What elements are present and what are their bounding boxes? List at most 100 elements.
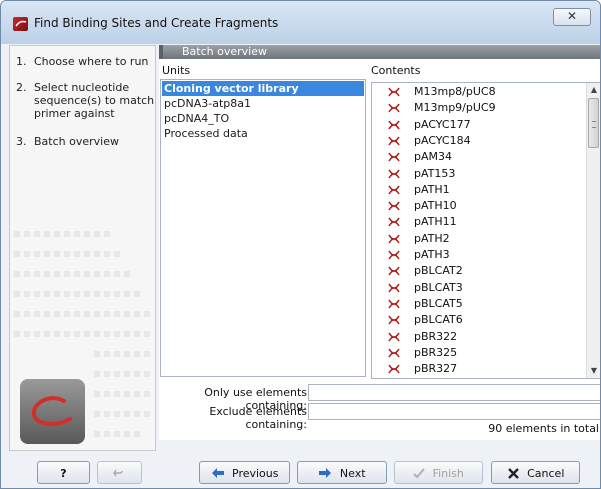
- sequence-icon: [388, 348, 400, 358]
- button-bar: ? Previous Next Finish Cancel: [1, 451, 600, 488]
- help-label: ?: [60, 466, 67, 480]
- content-item[interactable]: pBR325: [372, 345, 586, 361]
- sequence-icon: [388, 299, 400, 309]
- content-item-name: pBR322: [414, 329, 458, 343]
- sequence-icon: [388, 201, 400, 211]
- sequence-icon: [388, 103, 400, 113]
- content-item[interactable]: pATH1: [372, 182, 586, 198]
- content-item-name: M13mp9/pUC9: [414, 101, 496, 115]
- cancel-button[interactable]: Cancel: [491, 461, 580, 484]
- batch-overview-panel: Batch overview Units Contents Cloning ve…: [159, 45, 600, 440]
- close-icon: ✕: [566, 9, 578, 23]
- checkmark-icon: [413, 468, 425, 479]
- scroll-down-arrow-icon[interactable]: ▼: [587, 364, 600, 378]
- sequence-icon: [388, 152, 400, 162]
- content-item[interactable]: pACYC184: [372, 133, 586, 149]
- contents-scrollbar[interactable]: ▲ ▼: [586, 83, 600, 378]
- app-icon: [13, 17, 28, 31]
- sequence-icon: [388, 87, 400, 97]
- content-item[interactable]: pAM34: [372, 149, 586, 165]
- step-label: Select nucleotide sequence(s) to match p…: [34, 81, 155, 120]
- previous-label: Previous: [232, 466, 279, 480]
- arrow-right-icon: [319, 468, 332, 478]
- content-item-name: M13mp8/pUC8: [414, 85, 496, 98]
- step-number: 3.: [16, 135, 27, 148]
- sequence-icon: [388, 136, 400, 146]
- title-bar[interactable]: Find Binding Sites and Create Fragments …: [1, 1, 600, 44]
- sequence-icon: [388, 283, 400, 293]
- content-item[interactable]: pACYC177: [372, 117, 586, 133]
- unit-item-pcdna4-to[interactable]: pcDNA4_TO: [162, 111, 364, 126]
- content-item-name: pAM34: [414, 150, 452, 164]
- scroll-thumb[interactable]: [588, 98, 599, 148]
- unit-item-cloning-vector-library[interactable]: Cloning vector library: [162, 81, 364, 96]
- content-item-name: pATH11: [414, 215, 457, 229]
- content-item-name: pAT153: [414, 166, 456, 180]
- exclude-label: Exclude elements containing:: [209, 405, 307, 431]
- cancel-x-icon: [507, 467, 519, 479]
- content-item[interactable]: pATH11: [372, 214, 586, 230]
- content-item-name: pACYC177: [414, 117, 471, 131]
- sequence-icon: [388, 364, 400, 374]
- content-item[interactable]: pATH2: [372, 231, 586, 247]
- step-number: 1.: [16, 55, 27, 68]
- wizard-steps-panel: 1. Choose where to run 2. Select nucleot…: [9, 45, 156, 451]
- content-item-name: pATH1: [414, 182, 450, 196]
- content-item-name: pATH2: [414, 231, 450, 245]
- content-item[interactable]: pBLCAT3: [372, 280, 586, 296]
- section-title: Batch overview: [182, 45, 267, 58]
- content-item[interactable]: pBLCAT2: [372, 263, 586, 279]
- content-item-name: pACYC184: [414, 133, 471, 147]
- content-item-name: pBLCAT5: [414, 296, 463, 310]
- finish-label: Finish: [432, 466, 464, 480]
- step-label: Choose where to run: [34, 55, 149, 68]
- sequence-icon: [388, 332, 400, 341]
- sequence-icon: [388, 185, 400, 195]
- content-item[interactable]: pBR327: [372, 361, 586, 377]
- element-count: 90 elements in total: [488, 422, 599, 435]
- unit-item-pcdna3-atp8a1[interactable]: pcDNA3-atp8a1: [162, 96, 364, 111]
- content-item[interactable]: pATH10: [372, 198, 586, 214]
- help-button[interactable]: ?: [37, 461, 90, 484]
- window-title: Find Binding Sites and Create Fragments: [34, 16, 279, 30]
- contents-label: Contents: [371, 64, 421, 77]
- content-item-name: pBLCAT2: [414, 264, 463, 278]
- finish-button[interactable]: Finish: [394, 461, 483, 484]
- arrow-left-icon: [211, 468, 224, 478]
- content-item-name: pBLCAT6: [414, 313, 463, 327]
- content-item[interactable]: pATH3: [372, 247, 586, 263]
- sequence-icon: [388, 169, 400, 178]
- sequence-icon: [388, 120, 400, 130]
- content-item[interactable]: pAT153: [372, 166, 586, 182]
- content-item-name: pBR325: [414, 345, 458, 359]
- previous-button[interactable]: Previous: [199, 461, 290, 484]
- next-button[interactable]: Next: [297, 461, 387, 484]
- dialog-window: Find Binding Sites and Create Fragments …: [0, 0, 601, 489]
- content-item-name: pATH10: [414, 199, 457, 213]
- content-item-name: pBLCAT3: [414, 280, 463, 294]
- content-item[interactable]: M13mp8/pUC8: [372, 84, 586, 100]
- cancel-label: Cancel: [527, 466, 565, 480]
- step-number: 2.: [16, 81, 27, 94]
- next-label: Next: [339, 466, 366, 480]
- sequence-icon: [388, 234, 400, 244]
- units-list[interactable]: Cloning vector library pcDNA3-atp8a1 pcD…: [160, 79, 366, 377]
- clc-logo: [20, 379, 85, 444]
- reset-icon: [112, 469, 123, 477]
- content-item[interactable]: pBR322: [372, 329, 586, 345]
- exclude-input[interactable]: [308, 403, 600, 420]
- step-label: Batch overview: [34, 135, 119, 148]
- content-item[interactable]: pBLCAT6: [372, 312, 586, 328]
- sequence-icon: [388, 250, 400, 260]
- only-use-input[interactable]: [308, 384, 600, 401]
- content-item[interactable]: pBLCAT5: [372, 296, 586, 312]
- section-header: Batch overview: [159, 45, 600, 59]
- sequence-icon: [388, 217, 400, 227]
- close-button[interactable]: ✕: [553, 8, 591, 26]
- unit-item-processed-data[interactable]: Processed data: [162, 126, 364, 141]
- sequence-icon: [388, 315, 400, 325]
- scroll-up-arrow-icon[interactable]: ▲: [587, 83, 600, 97]
- contents-list[interactable]: M13mp8/pUC8 M13mp9/pUC9 pACYC177 pACYC184 pA…: [371, 82, 600, 379]
- reset-button[interactable]: [97, 461, 142, 484]
- content-item[interactable]: M13mp9/pUC9: [372, 100, 586, 116]
